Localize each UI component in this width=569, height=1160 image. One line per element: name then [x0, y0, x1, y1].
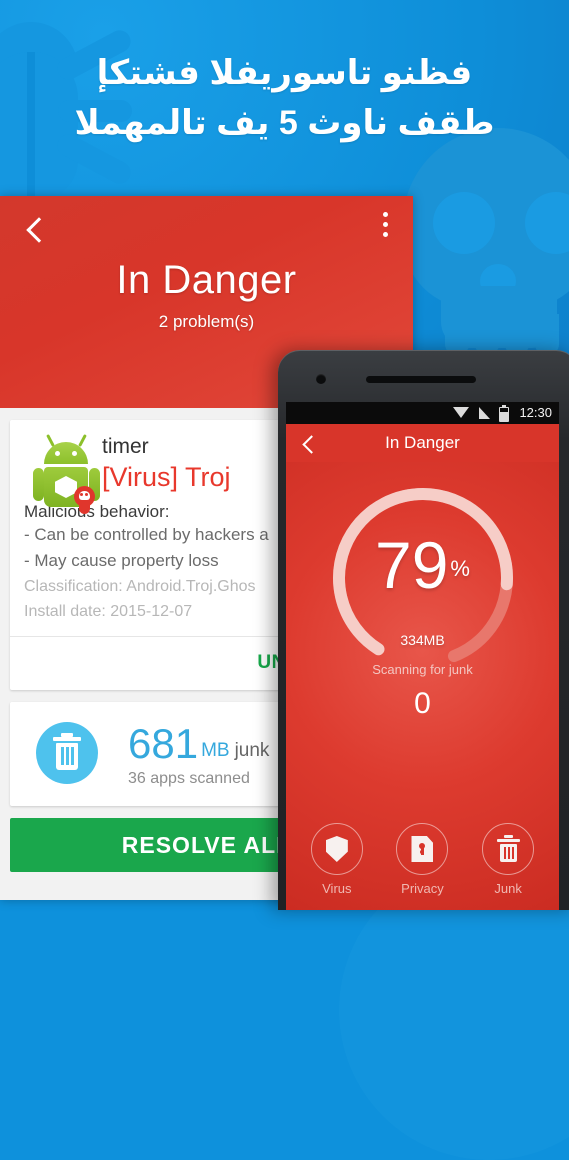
phone-screen: 12:30 In Danger 79% 334MB Scanning for j…: [286, 402, 559, 910]
battery-icon: [499, 404, 509, 422]
shield-icon: [310, 823, 363, 875]
junk-amount: 681: [128, 720, 199, 767]
action-virus[interactable]: Virus: [298, 823, 376, 896]
scan-percent: 79%: [375, 528, 470, 602]
privacy-lock-document-icon: [396, 823, 449, 875]
skull-watermark-icon: [395, 128, 569, 358]
promo-headline: فظنو تاسوريفلا فشتكإ طقف ناوث 5 يف تالمه…: [0, 48, 569, 148]
junk-word: junk: [234, 740, 270, 761]
junk-size-value: 334MB: [400, 632, 445, 648]
back-button[interactable]: [18, 214, 52, 248]
wifi-icon: [453, 407, 469, 418]
status-bar-time: 12:30: [519, 405, 552, 420]
action-label: Privacy: [401, 881, 444, 896]
scan-count: 0: [414, 687, 431, 720]
junk-unit: MB: [201, 740, 230, 761]
action-junk[interactable]: Junk: [469, 823, 547, 896]
action-privacy[interactable]: Privacy: [383, 823, 461, 896]
problem-count: 2 problem(s): [158, 312, 255, 331]
action-label: Junk: [494, 881, 522, 896]
phone-content: 79% 334MB Scanning for junk 0 Virus Priv…: [286, 462, 559, 910]
headline-line-1: فظنو تاسوريفلا فشتكإ: [96, 54, 473, 92]
earpiece-speaker: [366, 376, 476, 383]
signal-icon: [479, 407, 490, 419]
trash-can-icon: [36, 722, 98, 784]
phone-app-bar: In Danger: [286, 424, 559, 462]
page-title: In Danger: [116, 258, 297, 302]
front-camera-icon: [316, 374, 326, 384]
headline-line-2: طقف ناوث 5 يف تالمهملا: [74, 104, 495, 142]
status-bar: 12:30: [286, 402, 559, 424]
more-vertical-icon[interactable]: [383, 212, 389, 242]
phone-mockup: 12:30 In Danger 79% 334MB Scanning for j…: [278, 350, 569, 910]
trash-can-icon: [482, 823, 535, 875]
bottom-actions: Virus Privacy Junk: [286, 823, 559, 896]
scan-status-text: Scanning for junk: [372, 662, 473, 677]
back-button[interactable]: [298, 433, 320, 455]
phone-page-title: In Danger: [385, 433, 460, 452]
action-label: Virus: [322, 881, 352, 896]
android-robot-virus-icon: [33, 434, 100, 514]
